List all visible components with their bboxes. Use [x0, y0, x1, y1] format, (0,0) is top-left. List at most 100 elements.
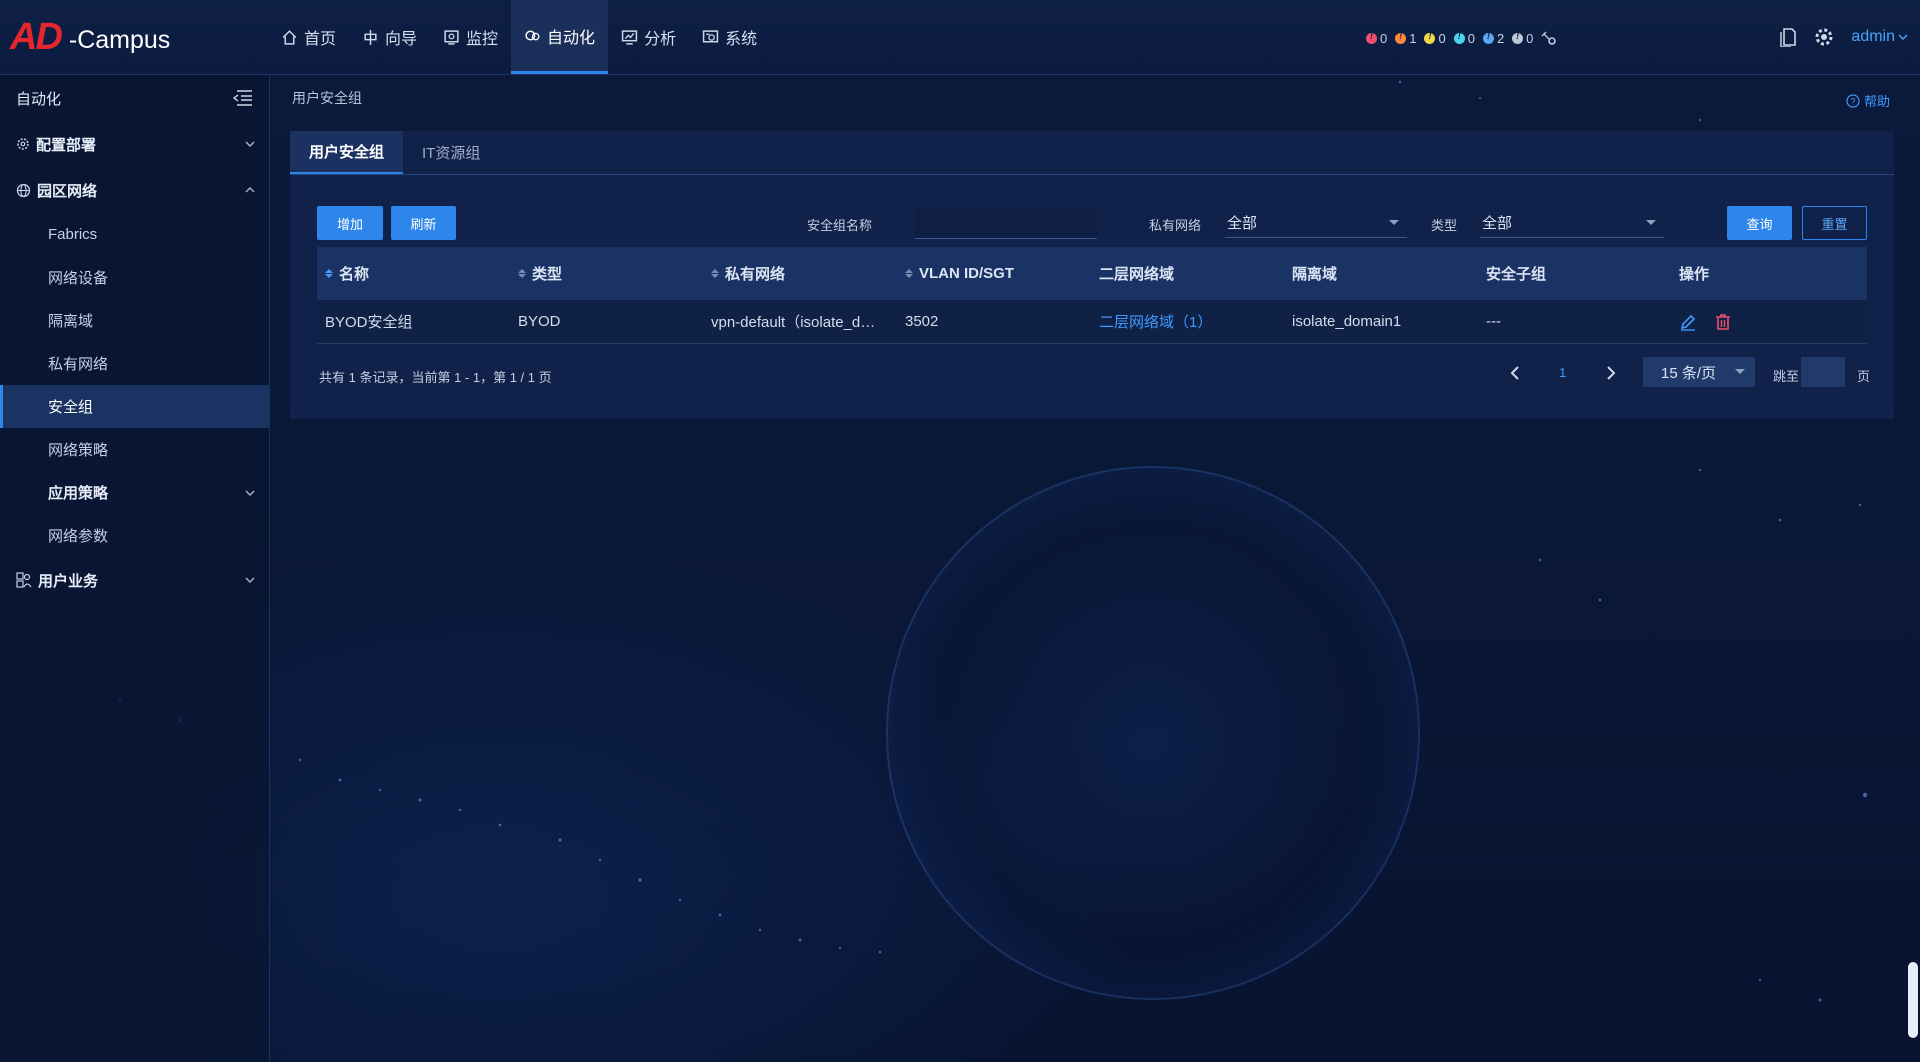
sidebar-item-app-policy-label: 应用策略 [48, 485, 109, 502]
sidebar-item-devices-label: 网络设备 [48, 270, 109, 287]
nav-guide[interactable]: 向导 [349, 0, 430, 74]
gear-icon[interactable] [1813, 26, 1835, 48]
jump-page-input[interactable] [1801, 357, 1845, 387]
help-link[interactable]: ? 帮助 [1846, 91, 1890, 110]
sidebar-group-campus-label: 园区网络 [37, 182, 98, 200]
user-menu[interactable]: admin [1851, 28, 1908, 46]
column-header-l2domain-label: 二层网络域 [1099, 266, 1175, 283]
nav-monitor-label: 监控 [466, 31, 499, 48]
alarm-major-icon [1395, 31, 1407, 44]
jump-suffix: 页 [1857, 369, 1871, 384]
page-size-select[interactable]: 15 条/页 [1643, 357, 1755, 387]
help-label: 帮助 [1863, 94, 1890, 109]
column-header-vlan[interactable]: VLAN ID/SGT [897, 265, 1091, 282]
trash-icon[interactable] [1715, 313, 1731, 331]
nav-home[interactable]: 首页 [268, 0, 349, 74]
table-header: 名称 类型 私有网络 VLAN ID/SGT 二层网络域 隔离域 安全子组 操作 [317, 247, 1867, 300]
chevron-down-icon [1898, 34, 1908, 41]
cell-type: BYOD [518, 313, 561, 330]
sidebar-item-fabrics[interactable]: Fabrics [0, 213, 269, 256]
column-header-actions-label: 操作 [1679, 266, 1710, 283]
column-header-l2domain: 二层网络域 [1091, 263, 1284, 284]
alarm-warning-icon [1453, 31, 1465, 44]
alarm-major-count: 1 [1409, 30, 1417, 46]
collapse-menu-icon[interactable] [231, 89, 253, 107]
chevron-down-icon [245, 577, 255, 583]
nav-guide-label: 向导 [385, 31, 418, 48]
sort-icon [711, 269, 719, 278]
tab-it-resource-group[interactable]: IT资源组 [403, 131, 499, 174]
sort-icon [905, 269, 913, 278]
cell-l2domain-link[interactable]: 二层网络域（1） [1091, 311, 1284, 332]
sidebar-item-vpn-label: 私有网络 [48, 356, 109, 373]
cell-vlan: 3502 [905, 313, 939, 330]
pagination: 共有 1 条记录，当前第 1 - 1，第 1 / 1 页 1 15 条/页 跳至… [317, 357, 1871, 391]
query-button[interactable]: 查询 [1727, 206, 1792, 240]
sidebar-group-campus[interactable]: 园区网络 [0, 167, 269, 213]
alarm-warning-count: 0 [1467, 30, 1475, 46]
alarm-critical-count: 0 [1380, 30, 1388, 46]
sidebar-item-vpn[interactable]: 私有网络 [0, 342, 269, 385]
sidebar-group-config[interactable]: 配置部署 [0, 121, 269, 167]
current-page[interactable]: 1 [1559, 365, 1566, 380]
sidebar-item-isolation[interactable]: 隔离域 [0, 299, 269, 342]
column-header-name[interactable]: 名称 [317, 263, 510, 284]
cell-subgroup: --- [1486, 313, 1501, 330]
monitor-icon [444, 29, 459, 45]
chevron-down-icon [245, 141, 255, 147]
sidebar-item-devices[interactable]: 网络设备 [0, 256, 269, 299]
column-header-type[interactable]: 类型 [510, 263, 703, 284]
page-scrollbar[interactable] [1908, 962, 1918, 1038]
tab-user-security-group[interactable]: 用户安全组 [290, 131, 404, 174]
alarm-summary[interactable]: 0 1 0 0 2 0 [1366, 30, 1557, 46]
reset-button[interactable]: 重置 [1802, 206, 1867, 240]
type-filter-value: 全部 [1482, 215, 1513, 232]
sidebar-item-security-group[interactable]: 安全组 [0, 385, 269, 428]
refresh-button[interactable]: 刷新 [391, 206, 456, 240]
sidebar-item-app-policy[interactable]: 应用策略 [0, 471, 269, 514]
column-header-subgroup-label: 安全子组 [1486, 266, 1547, 283]
document-icon[interactable] [1779, 27, 1797, 47]
logo-mark: AD [10, 15, 63, 58]
alarm-info[interactable]: 2 [1482, 31, 1504, 46]
group-name-label: 安全组名称 [807, 218, 873, 233]
nav-monitor[interactable]: 监控 [430, 0, 511, 74]
main-nav: 首页 向导 监控 自动化 分析 系统 [268, 0, 770, 74]
alarm-unknown-count: 0 [1526, 30, 1534, 46]
security-group-panel: 用户安全组 IT资源组 增加 刷新 安全组名称 私有网络 全部 类型 全部 查询… [290, 131, 1894, 419]
table-row[interactable]: BYOD安全组 BYOD vpn-default（isolate_domain1… [317, 300, 1867, 344]
add-button[interactable]: 增加 [317, 206, 383, 240]
edit-icon[interactable] [1679, 313, 1697, 331]
nav-automation[interactable]: 自动化 [511, 0, 609, 74]
sidebar-item-net-policy[interactable]: 网络策略 [0, 428, 269, 471]
column-header-vpn[interactable]: 私有网络 [703, 263, 897, 284]
next-page-icon[interactable] [1601, 363, 1621, 383]
prev-page-icon[interactable] [1505, 363, 1525, 383]
app-logo[interactable]: AD -Campus [10, 14, 170, 60]
type-filter-label: 类型 [1431, 218, 1458, 233]
caret-down-icon [1646, 220, 1656, 225]
group-name-input[interactable] [915, 208, 1097, 239]
vpn-filter-value: 全部 [1227, 215, 1258, 232]
sidebar-item-net-params[interactable]: 网络参数 [0, 514, 269, 557]
alarm-major[interactable]: 1 [1395, 31, 1416, 46]
vpn-filter-select[interactable]: 全部 [1225, 208, 1407, 238]
nav-analysis[interactable]: 分析 [608, 0, 689, 74]
caret-down-icon [1735, 369, 1745, 374]
sidebar-group-user-service-label: 用户业务 [38, 572, 99, 590]
globe-icon [16, 183, 31, 197]
alarm-unknown[interactable]: 0 [1512, 31, 1533, 46]
tab-bar: 用户安全组 IT资源组 [290, 131, 1894, 175]
column-header-name-label: 名称 [339, 266, 370, 283]
sidebar-group-user-service[interactable]: 用户业务 [0, 557, 269, 603]
alarm-warning[interactable]: 0 [1453, 30, 1475, 46]
alarm-critical[interactable]: 0 [1366, 31, 1387, 46]
nav-system[interactable]: 系统 [689, 0, 770, 74]
user-name: admin [1851, 28, 1895, 45]
type-filter-select[interactable]: 全部 [1480, 208, 1664, 238]
cell-isolation: isolate_domain1 [1292, 313, 1402, 330]
alarm-minor[interactable]: 0 [1424, 31, 1446, 46]
system-icon [702, 29, 719, 42]
column-header-type-label: 类型 [532, 266, 563, 283]
alarm-settings-icon[interactable] [1541, 30, 1557, 46]
